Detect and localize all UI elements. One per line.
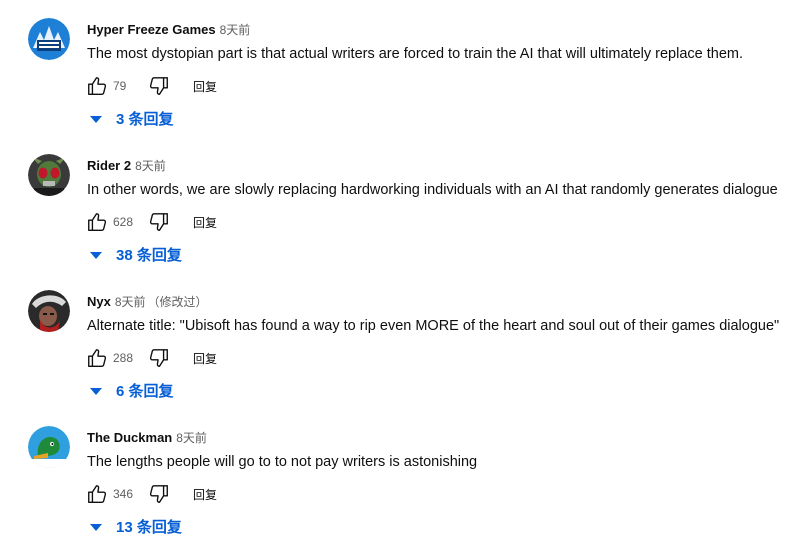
comment-text: Alternate title: "Ubisoft has found a wa… (87, 318, 780, 334)
like-count: 346 (113, 487, 134, 501)
comment-time[interactable]: 8天前 (115, 295, 146, 309)
dislike-button[interactable] (147, 74, 171, 98)
thumbs-up-icon (88, 485, 107, 503)
caret-down-icon (90, 252, 102, 259)
comment-header: Hyper Freeze Games 8天前 (87, 22, 252, 38)
comment-item: Nyx 8天前 （修改过） Alternate title: "Ubisoft ha… (0, 272, 800, 408)
dislike-button[interactable] (147, 346, 171, 370)
author-name[interactable]: Rider 2 (87, 158, 131, 173)
like-button[interactable] (85, 74, 109, 98)
comment-item: The Duckman 8天前 The lengths people will g… (0, 408, 800, 544)
comment-time[interactable]: 8天前 (176, 431, 207, 445)
reply-button[interactable]: 回复 (193, 78, 217, 95)
caret-down-icon (90, 116, 102, 123)
avatar[interactable] (28, 426, 70, 468)
hyper-freeze-logo-icon (28, 18, 70, 60)
like-button[interactable] (85, 482, 109, 506)
reply-button[interactable]: 回复 (193, 350, 217, 367)
replies-count-label: 3 条回复 (116, 111, 174, 128)
comment-header: Nyx 8天前 （修改过） (87, 294, 208, 310)
comment-actions: 79 回复 (85, 74, 217, 98)
reply-button[interactable]: 回复 (193, 214, 217, 231)
edited-label: （修改过） (147, 295, 208, 309)
like-count: 288 (113, 351, 134, 365)
duck-head-icon (28, 426, 70, 468)
author-name[interactable]: The Duckman (87, 430, 172, 445)
thumbs-up-icon (88, 213, 107, 231)
reply-button[interactable]: 回复 (193, 486, 217, 503)
avatar[interactable] (28, 290, 70, 332)
thumbs-up-icon (88, 349, 107, 367)
replies-count-label: 13 条回复 (116, 519, 182, 536)
comment-time[interactable]: 8天前 (220, 23, 251, 37)
caret-down-icon (90, 524, 102, 531)
thumbs-down-icon (149, 349, 168, 367)
author-name[interactable]: Hyper Freeze Games (87, 22, 216, 37)
comment-actions: 346 回复 (85, 482, 217, 506)
dark-character-icon (28, 290, 70, 332)
comment-text: The most dystopian part is that actual w… (87, 46, 744, 62)
comment-text: The lengths people will go to to not pay… (87, 454, 478, 470)
comment-text: In other words, we are slowly replacing … (87, 182, 778, 198)
comment-header: Rider 2 8天前 (87, 158, 168, 174)
view-replies-button[interactable]: 38 条回复 (90, 244, 182, 265)
thumbs-down-icon (149, 485, 168, 503)
replies-count-label: 6 条回复 (116, 383, 174, 400)
comment-time[interactable]: 8天前 (135, 159, 166, 173)
view-replies-button[interactable]: 3 条回复 (90, 108, 174, 129)
like-button[interactable] (85, 346, 109, 370)
like-button[interactable] (85, 210, 109, 234)
comment-actions: 628 回复 (85, 210, 217, 234)
avatar[interactable] (28, 154, 70, 196)
view-replies-button[interactable]: 13 条回复 (90, 516, 182, 537)
thumbs-down-icon (149, 213, 168, 231)
author-name[interactable]: Nyx (87, 294, 111, 309)
comment-item: Rider 2 8天前 In other words, we are slowly… (0, 136, 800, 272)
comment-actions: 288 回复 (85, 346, 217, 370)
caret-down-icon (90, 388, 102, 395)
thumbs-up-icon (88, 77, 107, 95)
avatar[interactable] (28, 18, 70, 60)
like-count: 79 (113, 79, 127, 93)
comment-item: Hyper Freeze Games 8天前 The most dystopian… (0, 0, 800, 136)
dislike-button[interactable] (147, 210, 171, 234)
replies-count-label: 38 条回复 (116, 247, 182, 264)
thumbs-down-icon (149, 77, 168, 95)
dislike-button[interactable] (147, 482, 171, 506)
comment-header: The Duckman 8天前 (87, 430, 209, 446)
view-replies-button[interactable]: 6 条回复 (90, 380, 174, 401)
like-count: 628 (113, 215, 134, 229)
masked-rider-icon (28, 154, 70, 196)
